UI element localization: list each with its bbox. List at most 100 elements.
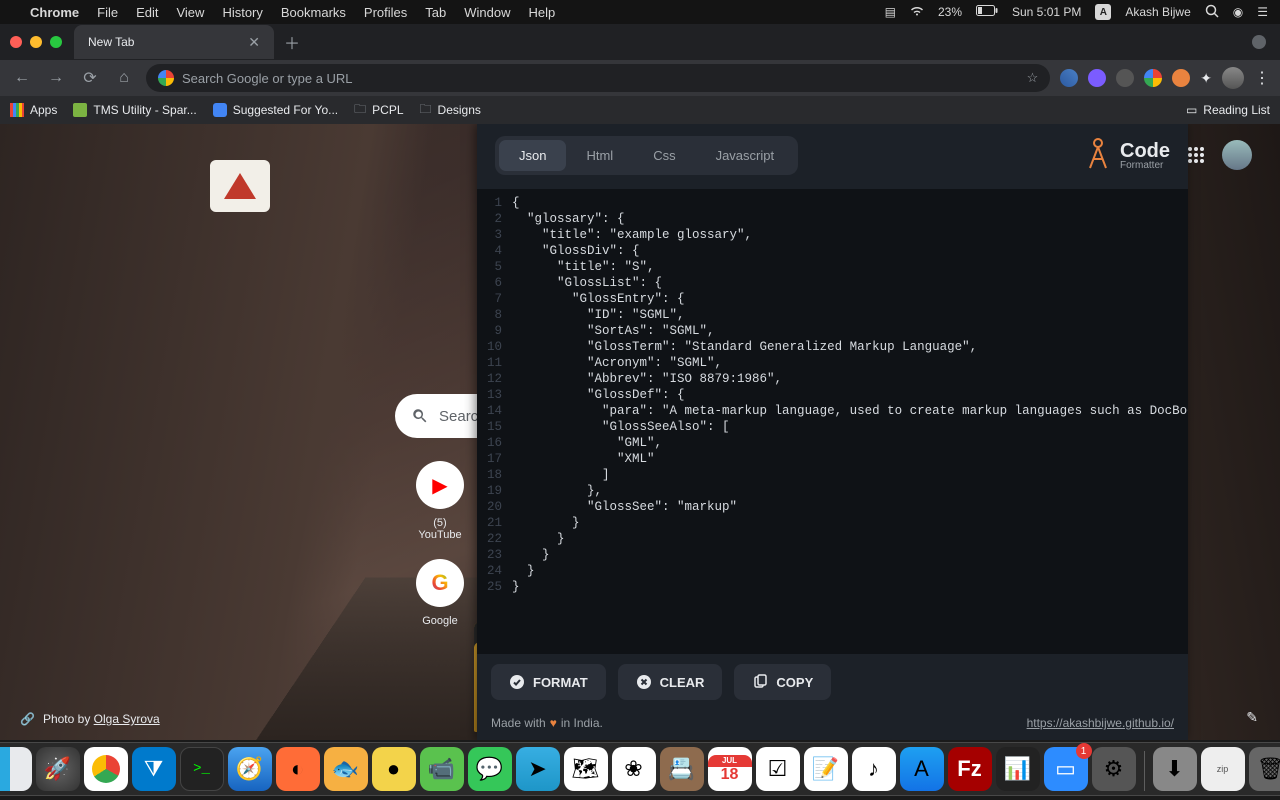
dock-photos-icon[interactable]: ❀ <box>612 747 656 791</box>
clear-button[interactable]: CLEAR <box>618 664 723 700</box>
ntp-header-right <box>1188 140 1252 170</box>
menu-profiles[interactable]: Profiles <box>364 5 407 20</box>
control-center-icon[interactable]: ☰ <box>1257 5 1268 19</box>
dock-app-icon[interactable]: 🐟 <box>324 747 368 791</box>
dock-launchpad-icon[interactable]: 🚀 <box>36 747 80 791</box>
leaf-icon <box>73 103 87 117</box>
bookmark-designs[interactable]: 🗀Designs <box>420 100 481 121</box>
new-tab-button[interactable]: ＋ <box>284 30 300 54</box>
wallpaper-credit: 🔗 Photo by Olga Syrova <box>20 712 160 726</box>
dock-chrome-icon[interactable] <box>84 747 128 791</box>
dock-messages-icon[interactable]: 💬 <box>468 747 512 791</box>
menu-tab[interactable]: Tab <box>425 5 446 20</box>
menubar-app-name[interactable]: Chrome <box>30 5 79 20</box>
window-close-button[interactable] <box>10 36 22 48</box>
code-editor[interactable]: 1 2 3 4 5 6 7 8 9 10 11 12 13 14 15 16 1… <box>477 189 1188 654</box>
code-formatter-panel: Json Html Css Javascript Code Formatter … <box>477 124 1188 740</box>
tab-html[interactable]: Html <box>566 140 633 171</box>
folder-icon: 🗀 <box>354 100 366 121</box>
dock-finder-icon[interactable] <box>0 747 32 791</box>
google-icon <box>416 559 464 607</box>
disk-icon[interactable]: ▤ <box>885 5 896 19</box>
dock-music-icon[interactable]: ♪ <box>852 747 896 791</box>
extensions-menu-icon[interactable]: ✦ <box>1200 70 1212 87</box>
customize-pencil-icon[interactable]: ✎ <box>1246 709 1258 726</box>
reload-button[interactable]: ⟳ <box>78 68 102 88</box>
extension-icon[interactable] <box>1060 69 1078 87</box>
menu-history[interactable]: History <box>222 5 262 20</box>
copy-button[interactable]: COPY <box>734 664 831 700</box>
dock-vscode-icon[interactable]: ⧩ <box>132 747 176 791</box>
clock[interactable]: Sun 5:01 PM <box>1012 5 1081 19</box>
tab-css[interactable]: Css <box>633 140 695 171</box>
tab-json[interactable]: Json <box>499 140 566 171</box>
user-name[interactable]: Akash Bijwe <box>1125 5 1190 19</box>
dock-filezilla-icon[interactable]: Fz <box>948 747 992 791</box>
bookmark-suggested[interactable]: Suggested For Yo... <box>213 103 338 117</box>
dock-maps-icon[interactable]: 🗺 <box>564 747 608 791</box>
dock-notes-icon[interactable]: 📝 <box>804 747 848 791</box>
extension-icon[interactable] <box>1116 69 1134 87</box>
omnibox[interactable]: Search Google or type a URL ☆ <box>146 64 1050 92</box>
dock-downloads-icon[interactable]: ⬇ <box>1153 747 1197 791</box>
dock-zip-icon[interactable]: zip <box>1201 747 1245 791</box>
chrome-menu-icon[interactable]: ⋮ <box>1254 68 1270 88</box>
dock-reminders-icon[interactable]: ☑ <box>756 747 800 791</box>
dock-calendar-icon[interactable]: JUL18 <box>708 747 752 791</box>
bookmark-apps[interactable]: Apps <box>10 103 57 117</box>
google-account-avatar[interactable] <box>1222 140 1252 170</box>
dock-telegram-icon[interactable]: ➤ <box>516 747 560 791</box>
tabstrip-expand-icon[interactable] <box>1252 35 1266 49</box>
bookmark-tms[interactable]: TMS Utility - Spar... <box>73 103 196 117</box>
bookmark-star-icon[interactable]: ☆ <box>1027 70 1039 86</box>
reading-list-button[interactable]: ▭Reading List <box>1186 103 1270 117</box>
dock-terminal-icon[interactable]: >_ <box>180 747 224 791</box>
menu-file[interactable]: File <box>97 5 118 20</box>
dock-facetime-icon[interactable]: 📹 <box>420 747 464 791</box>
menu-bookmarks[interactable]: Bookmarks <box>281 5 346 20</box>
menu-edit[interactable]: Edit <box>136 5 158 20</box>
siri-icon[interactable]: ◉ <box>1233 5 1243 19</box>
compass-logo-icon <box>1084 136 1112 175</box>
window-minimize-button[interactable] <box>30 36 42 48</box>
user-avatar-icon[interactable]: A <box>1095 4 1111 20</box>
code-formatter-extension-icon[interactable] <box>1172 69 1190 87</box>
dock-postman-icon[interactable]: ◐ <box>276 747 320 791</box>
dock-app-icon[interactable]: 📇 <box>660 747 704 791</box>
extension-icon[interactable] <box>1144 69 1162 87</box>
window-zoom-button[interactable] <box>50 36 62 48</box>
forward-button[interactable]: → <box>44 69 68 87</box>
dock-appstore-icon[interactable]: A <box>900 747 944 791</box>
dock-activity-icon[interactable]: 📊 <box>996 747 1040 791</box>
dock-app-icon[interactable]: ● <box>372 747 416 791</box>
ntp-tile-youtube[interactable]: (5) YouTube <box>412 461 468 541</box>
tab-close-icon[interactable]: ✕ <box>248 34 260 51</box>
profile-avatar-icon[interactable] <box>1222 67 1244 89</box>
menu-help[interactable]: Help <box>529 5 556 20</box>
omnibox-placeholder: Search Google or type a URL <box>182 71 353 86</box>
wifi-icon[interactable] <box>910 5 924 19</box>
dock-zoom-icon[interactable]: ▭1 <box>1044 747 1088 791</box>
home-button[interactable]: ⌂ <box>112 69 136 87</box>
menu-view[interactable]: View <box>176 5 204 20</box>
bookmark-pcpl[interactable]: 🗀PCPL <box>354 100 403 121</box>
spotlight-icon[interactable] <box>1205 4 1219 21</box>
ntp-tile-google[interactable]: Google <box>412 559 468 627</box>
extension-icon[interactable] <box>1088 69 1106 87</box>
back-button[interactable]: ← <box>10 69 34 87</box>
dock-settings-icon[interactable]: ⚙ <box>1092 747 1136 791</box>
dock-safari-icon[interactable]: 🧭 <box>228 747 272 791</box>
battery-icon[interactable] <box>976 5 998 19</box>
dock-trash-icon[interactable]: 🗑 <box>1249 747 1280 791</box>
format-button[interactable]: FORMAT <box>491 664 606 700</box>
wallpaper-credit-link[interactable]: Olga Syrova <box>94 712 160 726</box>
browser-tab[interactable]: New Tab ✕ <box>74 25 274 59</box>
action-bar: FORMAT CLEAR COPY <box>477 654 1188 710</box>
browser-content: Search (5) YouTube Google Home Your Repo… <box>0 124 1280 740</box>
tab-javascript[interactable]: Javascript <box>696 140 795 171</box>
check-circle-icon <box>509 674 525 690</box>
code-content[interactable]: { "glossary": { "title": "example glossa… <box>508 189 1188 654</box>
google-apps-icon[interactable] <box>1188 147 1204 163</box>
menu-window[interactable]: Window <box>464 5 510 20</box>
author-link[interactable]: https://akashbijwe.github.io/ <box>1027 716 1174 730</box>
